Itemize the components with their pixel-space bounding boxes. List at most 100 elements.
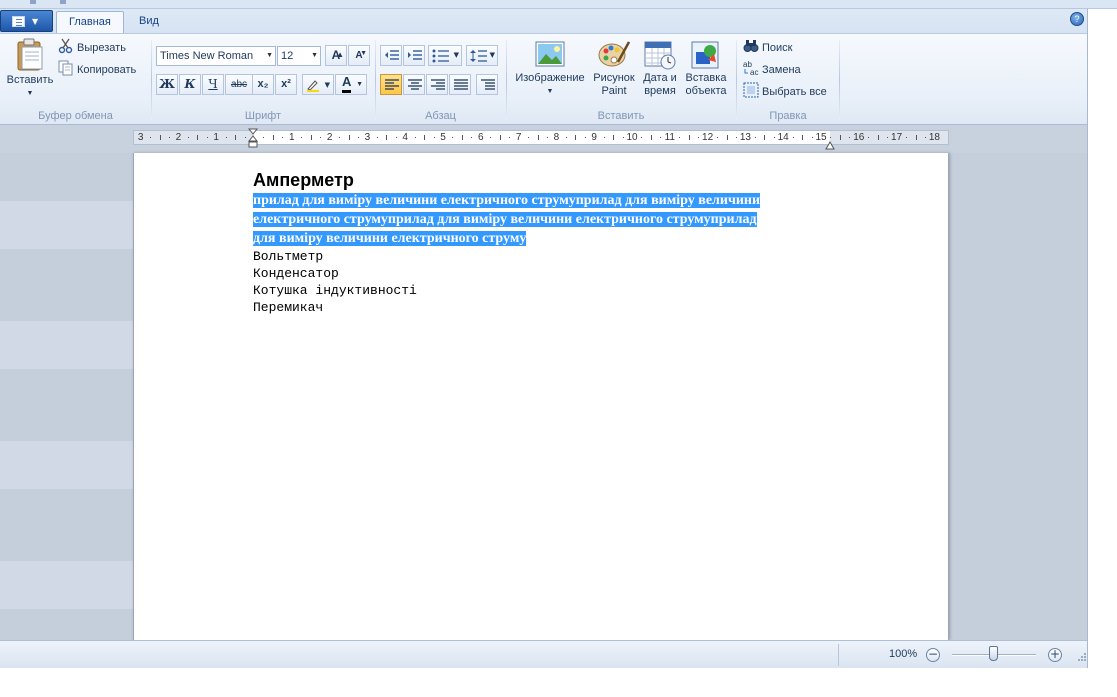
chevron-down-icon: ▼ xyxy=(266,52,273,59)
ruler-dot xyxy=(736,137,737,138)
find-button[interactable]: Поиск xyxy=(743,38,792,58)
insert-picture-button[interactable]: Изображение ▼ xyxy=(511,40,589,98)
tab-view[interactable]: Вид xyxy=(127,11,171,33)
insert-object-icon xyxy=(691,41,719,69)
copy-button[interactable]: Копировать xyxy=(58,60,136,80)
ruler-dot xyxy=(452,137,453,138)
bullets-button[interactable]: ▼ xyxy=(428,45,462,66)
insert-group-label: Вставить xyxy=(597,110,645,122)
picture-icon xyxy=(535,41,565,67)
ruler-dot xyxy=(868,137,869,138)
strikethrough-button[interactable]: abc xyxy=(225,74,253,95)
chevron-down-icon: ▼ xyxy=(311,52,318,59)
zoom-level[interactable]: 100% xyxy=(889,648,917,660)
chevron-down-icon: ▼ xyxy=(32,17,39,26)
calendar-clock-icon xyxy=(644,41,676,70)
qat-icon-fragment xyxy=(30,0,36,4)
selected-line: для виміру величини електричного струму xyxy=(253,231,527,246)
indent-marker[interactable] xyxy=(248,128,258,148)
scissors-icon xyxy=(58,38,74,54)
shrink-font-button[interactable]: A ▼ xyxy=(348,45,370,66)
italic-button[interactable]: К xyxy=(179,74,201,95)
ruler-dot xyxy=(698,137,699,138)
paste-button[interactable]: Вставить ▼ xyxy=(4,38,56,102)
align-right-button[interactable] xyxy=(426,74,448,95)
ruler-number: 1 xyxy=(213,132,219,143)
editing-group-label: Правка xyxy=(769,110,807,122)
ruler-number: 8 xyxy=(553,132,560,143)
paste-icon xyxy=(17,38,43,71)
ruler-dot xyxy=(849,137,850,138)
chevron-down-icon: ▼ xyxy=(546,88,554,95)
text-color-icon: A xyxy=(342,74,352,93)
font-size-combo[interactable]: 12 ▼ xyxy=(277,46,321,66)
superscript-button[interactable]: x² xyxy=(275,74,297,95)
resize-grip-icon[interactable] xyxy=(1076,651,1086,661)
align-center-button[interactable] xyxy=(403,74,425,95)
replace-icon: ab ac xyxy=(743,60,759,77)
chevron-down-icon: ▼ xyxy=(453,51,459,59)
insert-picture-label: Изображение xyxy=(515,72,585,84)
ruler-number: 2 xyxy=(326,132,333,143)
replace-label: Замена xyxy=(762,64,801,76)
paint-drawing-button[interactable]: Рисунок Paint xyxy=(589,40,639,98)
text-color-button[interactable]: A ▼ xyxy=(335,74,367,95)
ruler-tick xyxy=(273,135,274,140)
replace-button[interactable]: ab ac Замена xyxy=(743,60,801,80)
ruler-dot xyxy=(377,137,378,138)
increase-indent-button[interactable] xyxy=(403,45,425,66)
document-line: Конденсатор xyxy=(253,266,339,281)
workspace-band xyxy=(0,321,133,369)
ruler-number: 2 xyxy=(175,132,182,143)
insert-object-label-line2: объекта xyxy=(685,85,727,97)
ruler-dot xyxy=(188,137,189,138)
subscript-button[interactable]: x₂ xyxy=(252,74,274,95)
cut-button[interactable]: Вырезать xyxy=(58,38,126,58)
ruler-number: 18 xyxy=(928,132,940,143)
ruler-dot xyxy=(547,137,548,138)
bullet-list-icon xyxy=(432,49,449,63)
date-time-label-line2: время xyxy=(644,85,676,97)
ruler-tick xyxy=(462,135,463,140)
tab-home[interactable]: Главная xyxy=(56,11,124,33)
select-all-button[interactable]: Выбрать все xyxy=(743,82,827,102)
line-spacing-button[interactable]: ▼ xyxy=(466,45,498,66)
grow-font-button[interactable]: A ▲ xyxy=(325,45,347,66)
bold-button[interactable]: Ж xyxy=(156,74,178,95)
ruler-dot xyxy=(207,137,208,138)
insert-object-button[interactable]: Вставка объекта xyxy=(681,40,731,98)
date-time-label-line1: Дата и xyxy=(643,72,677,84)
document-page[interactable]: Амперметр прилад для виміру величини еле… xyxy=(133,153,949,640)
ruler-tick xyxy=(878,135,879,140)
line-spacing-icon xyxy=(470,50,487,62)
ruler-tick xyxy=(386,135,387,140)
ruler-dot xyxy=(925,137,926,138)
application-menu-button[interactable]: ▼ xyxy=(0,10,53,32)
document-body[interactable]: Амперметр прилад для виміру величини еле… xyxy=(253,169,843,316)
date-time-button[interactable]: Дата и время xyxy=(638,40,682,98)
ruler-tick xyxy=(575,135,576,140)
help-icon[interactable]: ? xyxy=(1070,12,1084,26)
font-group: Times New Roman ▼ 12 ▼ A ▲ A ▼ Ж К Ч abc x… xyxy=(152,34,374,125)
zoom-in-button[interactable]: + xyxy=(1048,648,1062,662)
ruler-dot xyxy=(396,137,397,138)
paragraph-settings-button[interactable] xyxy=(476,74,498,95)
ruler-dot xyxy=(906,137,907,138)
align-left-button[interactable] xyxy=(380,74,402,95)
highlight-color-button[interactable]: ▼ xyxy=(302,74,334,95)
font-family-combo[interactable]: Times New Roman ▼ xyxy=(156,46,276,66)
zoom-out-button[interactable]: − xyxy=(926,648,940,662)
ruler-dot xyxy=(301,137,302,138)
chevron-down-icon: ▼ xyxy=(489,51,495,59)
ribbon: Вставить ▼ Вырезать Копировать Буфер обм… xyxy=(0,33,1087,125)
ruler-dot xyxy=(641,137,642,138)
decrease-indent-button[interactable] xyxy=(380,45,402,66)
highlighter-icon xyxy=(307,80,319,92)
zoom-slider-thumb[interactable] xyxy=(989,646,998,661)
underline-button[interactable]: Ч xyxy=(202,74,224,95)
ruler-dot xyxy=(358,137,359,138)
ruler-number: 16 xyxy=(853,132,865,143)
paragraph-group: ▼ ▼ Абзац xyxy=(376,34,505,125)
justify-button[interactable] xyxy=(449,74,471,95)
ruler-number: 9 xyxy=(591,132,597,143)
